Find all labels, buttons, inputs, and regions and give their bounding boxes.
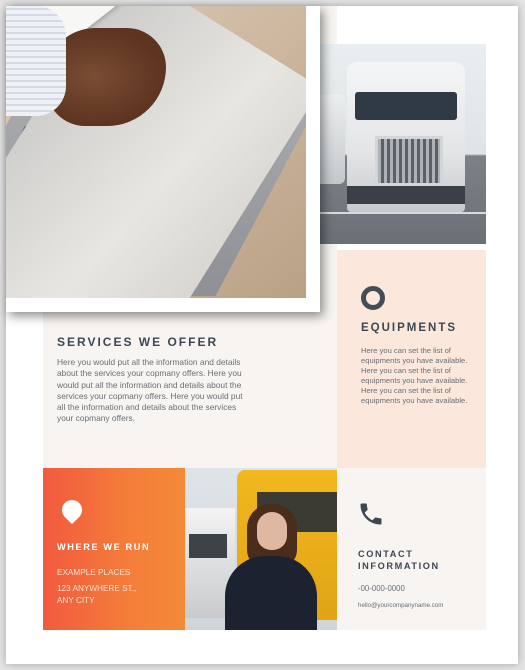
woman-face	[257, 512, 287, 550]
semi-truck-front	[347, 62, 465, 212]
contact-title-line2: INFORMATION	[358, 561, 440, 571]
where-address-line2: ANY CITY	[57, 596, 95, 605]
ring-icon	[361, 286, 385, 310]
photo-frame	[6, 6, 320, 312]
where-title: WHERE WE RUN	[57, 542, 151, 552]
where-we-run-panel: WHERE WE RUN EXAMPLE PLACES 123 ANYWHERE…	[43, 468, 185, 630]
truck-grille	[375, 136, 443, 186]
equipments-body: Here you can set the list of equipments …	[361, 346, 468, 405]
truck-windshield	[355, 92, 457, 120]
shirt-sleeve	[6, 6, 66, 116]
woman-photo	[185, 468, 337, 630]
equipments-panel: EQUIPMENTS Here you can set the list of …	[337, 250, 486, 470]
parking-lot-line	[315, 212, 486, 214]
contact-phone: -00-000-0000	[358, 584, 405, 593]
where-address-line1: 123 ANYWHERE ST.,	[57, 584, 137, 593]
equipments-title: EQUIPMENTS	[361, 322, 458, 334]
contact-email: hello@yourcompanyname.com	[358, 602, 444, 609]
truck-bumper	[347, 186, 465, 204]
services-title: SERVICES WE OFFER	[57, 335, 219, 349]
services-body: Here you would put all the information a…	[57, 357, 243, 424]
location-pin-icon	[57, 495, 87, 525]
contact-panel: CONTACT INFORMATION -00-000-0000 hello@y…	[337, 468, 486, 630]
contact-title-line1: CONTACT	[358, 549, 414, 559]
contact-title: CONTACT INFORMATION	[358, 548, 440, 572]
laptop-hands-photo	[6, 6, 320, 312]
white-truck-window	[189, 534, 227, 558]
phone-icon	[360, 503, 382, 525]
brochure-page: EQUIPMENTS Here you can set the list of …	[6, 6, 518, 664]
woman-coat	[225, 556, 317, 630]
trucks-photo	[315, 44, 486, 244]
where-places: EXAMPLE PLACES	[57, 568, 131, 577]
